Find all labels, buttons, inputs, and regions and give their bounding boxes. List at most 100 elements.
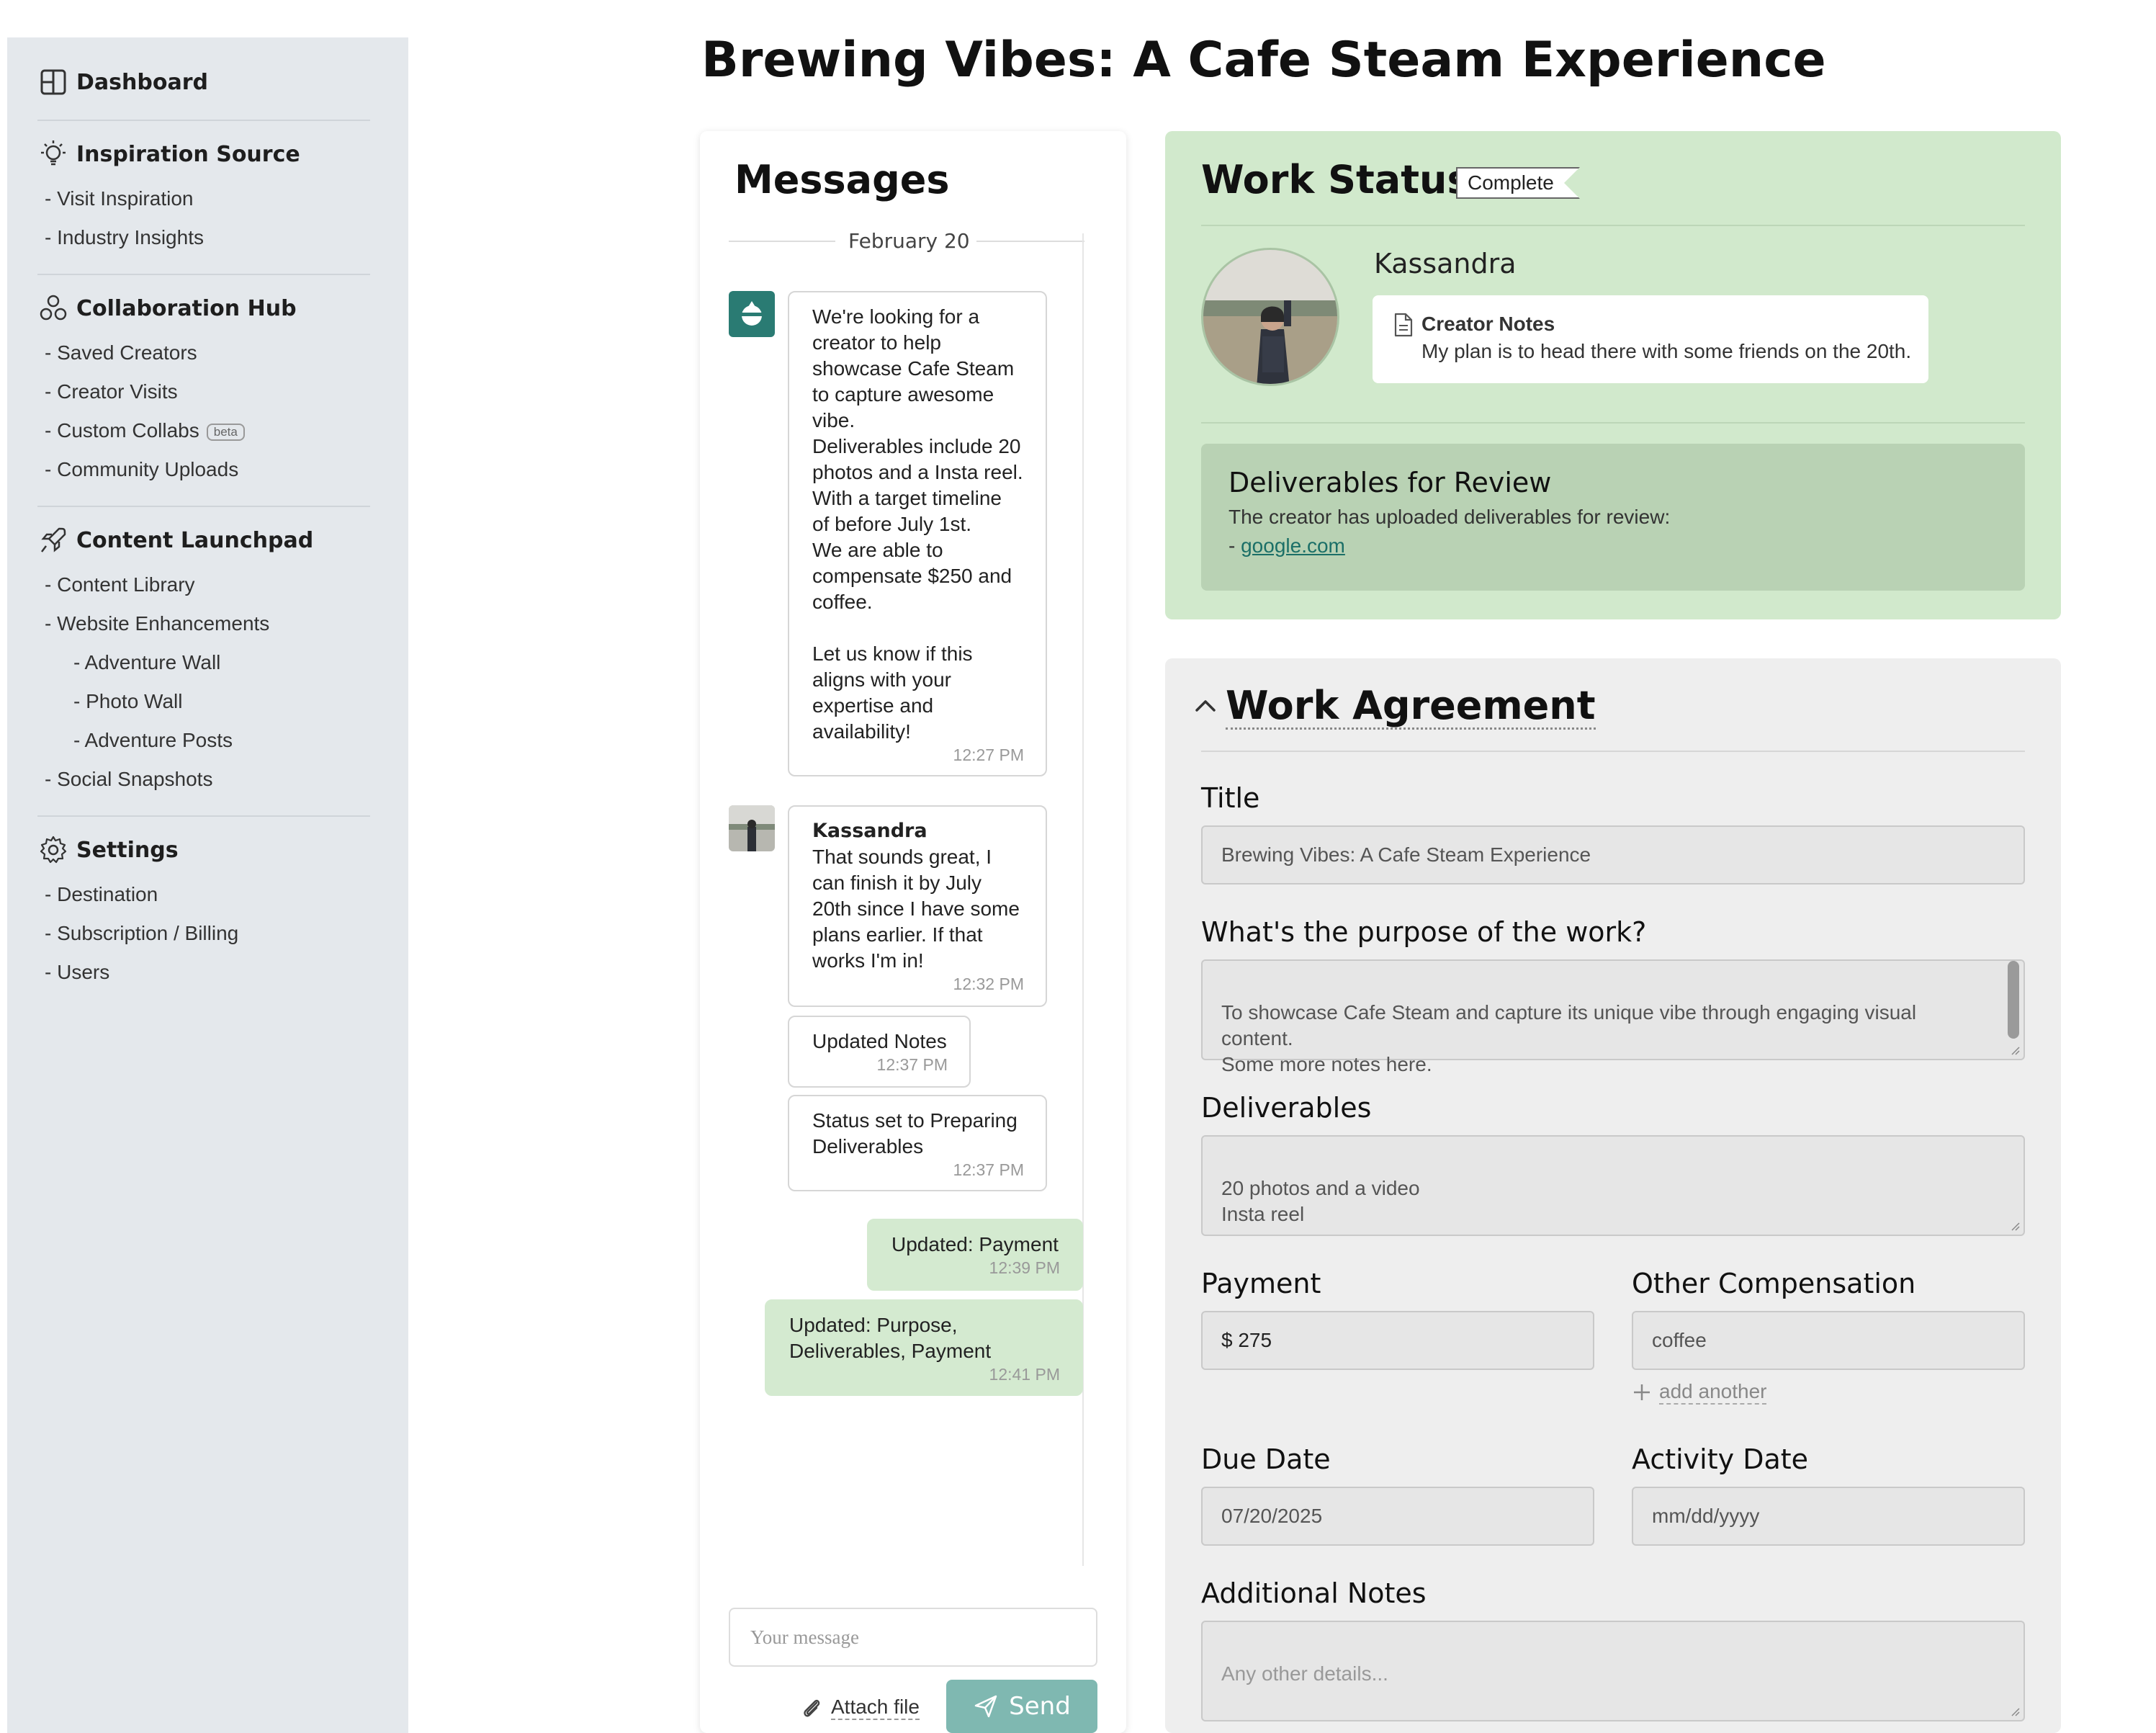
add-another-label: add another bbox=[1659, 1380, 1767, 1405]
sidebar-section-collaboration[interactable]: Collaboration Hub bbox=[37, 292, 297, 324]
send-button[interactable]: Send bbox=[946, 1680, 1097, 1733]
date-separator: February 20 bbox=[729, 228, 1089, 256]
activity-date-label: Activity Date bbox=[1632, 1443, 1809, 1475]
document-icon bbox=[1394, 313, 1413, 337]
creator-notes-box bbox=[1373, 295, 1928, 383]
payment-input[interactable]: $ 275 bbox=[1201, 1311, 1594, 1370]
title-label: Title bbox=[1201, 782, 1260, 814]
deliverables-review-text: The creator has uploaded deliverables fo… bbox=[1229, 506, 1671, 528]
page-title: Brewing Vibes: A Cafe Steam Experience bbox=[701, 32, 1826, 89]
kassandra-avatar-small bbox=[729, 805, 775, 851]
sidebar-section-label: Inspiration Source bbox=[76, 141, 300, 167]
message-input[interactable]: Your message bbox=[729, 1608, 1097, 1667]
sidebar-item-photo-wall[interactable]: - Photo Wall bbox=[73, 690, 182, 713]
dashboard-icon bbox=[40, 69, 66, 95]
send-label: Send bbox=[1009, 1692, 1071, 1721]
other-compensation-input[interactable]: coffee bbox=[1632, 1311, 2025, 1370]
sidebar-item-community-uploads[interactable]: - Community Uploads bbox=[45, 458, 238, 481]
message-text: Status set to Preparing Deliverables bbox=[812, 1109, 1018, 1157]
sidebar-divider bbox=[37, 506, 370, 507]
purpose-scrollbar[interactable] bbox=[2008, 961, 2019, 1039]
message-bubble: Kassandra That sounds great, I can finis… bbox=[788, 805, 1047, 1007]
due-date-label: Due Date bbox=[1201, 1443, 1331, 1475]
attach-file-label: Attach file bbox=[831, 1696, 920, 1720]
message-time: 12:39 PM bbox=[989, 1258, 1060, 1277]
chevron-up-icon[interactable] bbox=[1192, 693, 1218, 719]
link-prefix: - bbox=[1229, 534, 1241, 557]
activity-date-input[interactable]: mm/dd/yyyy bbox=[1632, 1487, 2025, 1546]
lightbulb-icon bbox=[41, 140, 66, 166]
creator-notes-text: My plan is to head there with some frien… bbox=[1421, 340, 1912, 362]
deliverables-textarea[interactable]: 20 photos and a video Insta reel bbox=[1201, 1135, 2025, 1236]
purpose-textarea[interactable]: To showcase Cafe Steam and capture its u… bbox=[1201, 959, 2025, 1075]
brand-avatar bbox=[729, 291, 775, 337]
deliverables-text: 20 photos and a video Insta reel bbox=[1221, 1177, 1420, 1225]
sidebar-item-content-library[interactable]: - Content Library bbox=[45, 573, 195, 596]
purpose-label: What's the purpose of the work? bbox=[1201, 916, 1647, 948]
sidebar-divider bbox=[37, 120, 370, 121]
due-date-input[interactable]: 07/20/2025 bbox=[1201, 1487, 1594, 1546]
sidebar-item-destination[interactable]: - Destination bbox=[45, 883, 158, 906]
sidebar-section-label: Collaboration Hub bbox=[76, 295, 297, 321]
additional-notes-textarea[interactable]: Any other details... bbox=[1201, 1621, 2025, 1721]
sidebar-item-adventure-wall[interactable]: - Adventure Wall bbox=[73, 651, 220, 674]
sidebar-section-label: Content Launchpad bbox=[76, 527, 314, 553]
rocket-icon bbox=[41, 527, 66, 552]
system-message: Status set to Preparing Deliverables 12:… bbox=[788, 1095, 1047, 1191]
sent-message: Updated: Payment 12:39 PM bbox=[867, 1219, 1083, 1291]
add-another-button[interactable]: add another bbox=[1632, 1380, 1767, 1405]
sidebar-item-website-enhancements[interactable]: - Website Enhancements bbox=[45, 612, 269, 635]
deliverables-review-title: Deliverables for Review bbox=[1229, 467, 1552, 498]
sidebar-item-subscription-billing[interactable]: - Subscription / Billing bbox=[45, 922, 238, 945]
message-text: Updated Notes bbox=[812, 1030, 947, 1052]
sidebar-item-social-snapshots[interactable]: - Social Snapshots bbox=[45, 768, 212, 791]
deliverables-link[interactable]: google.com bbox=[1241, 534, 1345, 557]
message-text: Updated: Payment bbox=[891, 1233, 1059, 1255]
collaboration-icon bbox=[40, 295, 67, 321]
messages-title: Messages bbox=[735, 157, 950, 202]
additional-notes-placeholder: Any other details... bbox=[1221, 1662, 1388, 1685]
resize-handle-icon[interactable] bbox=[2011, 1046, 2021, 1056]
sidebar-section-label: Dashboard bbox=[76, 69, 208, 95]
sidebar-section-content-launchpad[interactable]: Content Launchpad bbox=[37, 524, 313, 556]
creator-name: Kassandra bbox=[1374, 248, 1517, 279]
title-input[interactable]: Brewing Vibes: A Cafe Steam Experience bbox=[1201, 825, 2025, 885]
sidebar-item-users[interactable]: - Users bbox=[45, 961, 109, 984]
sidebar-item-dashboard[interactable]: Dashboard bbox=[37, 66, 208, 98]
message-text: Updated: Purpose, Deliverables, Payment bbox=[789, 1314, 992, 1362]
attach-file-button[interactable]: Attach file bbox=[799, 1696, 920, 1720]
beta-badge: beta bbox=[206, 423, 245, 441]
system-message: Updated Notes 12:37 PM bbox=[788, 1016, 971, 1088]
sidebar-section-settings[interactable]: Settings bbox=[37, 834, 179, 866]
resize-handle-icon[interactable] bbox=[2011, 1707, 2021, 1717]
other-compensation-label: Other Compensation bbox=[1632, 1268, 1916, 1299]
additional-notes-label: Additional Notes bbox=[1201, 1577, 1427, 1609]
payment-label: Payment bbox=[1201, 1268, 1321, 1299]
sidebar-item-visit-inspiration[interactable]: - Visit Inspiration bbox=[45, 187, 193, 210]
message-time: 12:37 PM bbox=[953, 1160, 1024, 1179]
message-author: Kassandra bbox=[812, 820, 927, 842]
divider bbox=[1201, 422, 2025, 424]
work-status-title: Work Status: bbox=[1201, 157, 1486, 202]
brand-logo-icon bbox=[740, 301, 763, 326]
gear-icon bbox=[40, 836, 67, 864]
sidebar-item-adventure-posts[interactable]: - Adventure Posts bbox=[73, 729, 233, 752]
date-separator-line bbox=[729, 241, 835, 242]
creator-avatar bbox=[1201, 248, 1339, 386]
sent-message: Updated: Purpose, Deliverables, Payment … bbox=[765, 1299, 1083, 1396]
sidebar-item-saved-creators[interactable]: - Saved Creators bbox=[45, 341, 197, 364]
creator-notes-title: Creator Notes bbox=[1421, 313, 1555, 335]
message-time: 12:37 PM bbox=[876, 1055, 948, 1074]
send-icon bbox=[974, 1695, 997, 1718]
resize-handle-icon[interactable] bbox=[2011, 1222, 2021, 1232]
sidebar-item-creator-visits[interactable]: - Creator Visits bbox=[45, 380, 178, 403]
sidebar-item-custom-collabs[interactable]: - Custom Collabs beta bbox=[45, 419, 245, 442]
sidebar-section-label: Settings bbox=[76, 837, 179, 863]
sidebar-section-inspiration[interactable]: Inspiration Source bbox=[37, 138, 300, 170]
date-separator-line bbox=[976, 241, 1084, 242]
sidebar-item-label: - Custom Collabs bbox=[45, 419, 199, 442]
sidebar-item-industry-insights[interactable]: - Industry Insights bbox=[45, 226, 204, 249]
work-agreement-title[interactable]: Work Agreement bbox=[1226, 684, 1596, 730]
message-text: We're looking for a creator to help show… bbox=[812, 305, 1023, 743]
message-time: 12:41 PM bbox=[989, 1365, 1060, 1384]
